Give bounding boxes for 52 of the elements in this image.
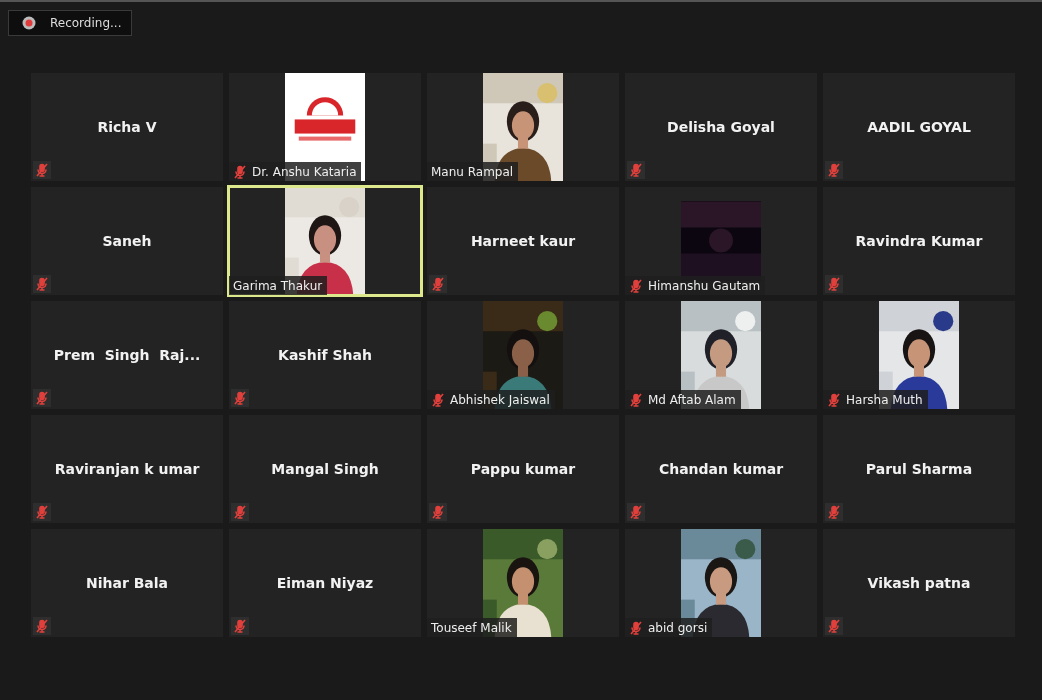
participant-name: Touseef Malik [431,620,512,635]
video-tile[interactable]: Abhishek Jaiswal [427,301,619,409]
participant-name: Chandan kumar [658,461,784,477]
participant-name: Garima Thakur [233,278,323,293]
video-tile[interactable]: Eiman Niyaz [229,529,421,637]
participant-name: AADIL GOYAL [867,119,971,135]
participant-name: Saneh [102,233,152,249]
participant-name: Abhishek Jaiswal [450,392,550,407]
video-tile[interactable]: Md Aftab Alam [625,301,817,409]
participant-name: Md Aftab Alam [648,392,736,407]
video-tile[interactable]: Garima Thakur [229,187,421,295]
video-tile[interactable]: Vikash patna [823,529,1015,637]
video-tile[interactable]: abid gorsi [625,529,817,637]
participant-name: Kashif Shah [278,347,372,363]
recording-label: Recording... [50,16,122,30]
video-tile[interactable]: Pappu kumar [427,415,619,523]
video-tile[interactable]: Nihar Bala [31,529,223,637]
video-tile[interactable]: Manu Rampal [427,73,619,181]
participant-name: Parul Sharma [865,461,973,477]
video-tile[interactable]: Kashif Shah [229,301,421,409]
video-tile[interactable]: Harsha Muth [823,301,1015,409]
video-tile[interactable]: Ravindra Kumar [823,187,1015,295]
video-tile[interactable]: Himanshu Gautam [625,187,817,295]
video-tile[interactable]: Harneet kaur [427,187,619,295]
participant-name: Ravindra Kumar [855,233,983,249]
participant-name: Eiman Niyaz [276,575,374,591]
video-tile[interactable]: Parul Sharma [823,415,1015,523]
participant-name: Pappu kumar [470,461,576,477]
video-tile[interactable]: Chandan kumar [625,415,817,523]
participant-name: Himanshu Gautam [648,278,761,293]
participant-name: Manu Rampal [431,164,514,179]
participant-name: abid gorsi [648,620,708,635]
video-tile[interactable]: AADIL GOYAL [823,73,1015,181]
video-tile[interactable]: Dr. Anshu Kataria [229,73,421,181]
participant-name: Harsha Muth [846,392,923,407]
record-icon [22,16,36,30]
participant-name: Vikash patna [867,575,971,591]
participant-name: Nihar Bala [85,575,169,591]
participant-name: Raviranjan k umar [54,461,200,477]
participant-name: Prem Singh Raj... [53,347,201,363]
participant-name: Harneet kaur [470,233,576,249]
participant-name: Delisha Goyal [667,119,775,135]
participant-name: Mangal Singh [271,461,379,477]
participant-name: Richa V [97,119,157,135]
video-tile[interactable]: Richa V [31,73,223,181]
participant-name: Dr. Anshu Kataria [252,164,357,179]
video-tile[interactable]: Delisha Goyal [625,73,817,181]
video-tile[interactable]: Touseef Malik [427,529,619,637]
video-tile[interactable]: Saneh [31,187,223,295]
video-tile[interactable]: Raviranjan k umar [31,415,223,523]
video-tile[interactable]: Mangal Singh [229,415,421,523]
video-tile[interactable]: Prem Singh Raj... [31,301,223,409]
